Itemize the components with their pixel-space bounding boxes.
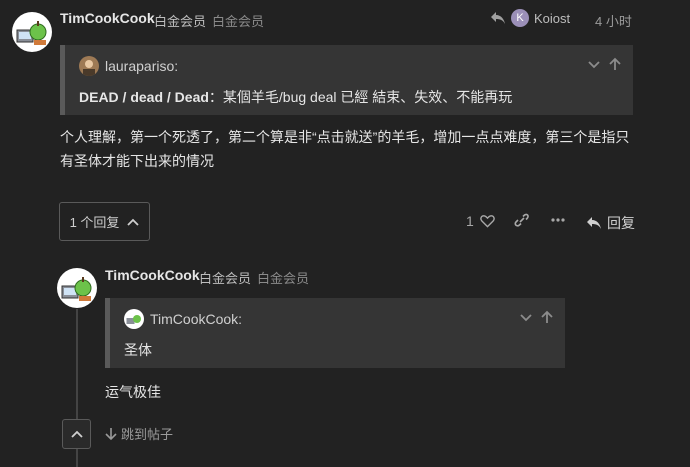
arrow-down-icon [105,427,117,440]
reply-arrow-icon [587,217,601,229]
reply-button[interactable]: 回复 [586,213,635,233]
quote-author[interactable]: TimCookCook: [150,311,242,327]
jump-to-post-label: 跳到帖子 [121,427,174,442]
reply-user-flair-secondary: 白金会员 [257,271,310,286]
quote-text-rest: ：某個羊毛/bug deal 已經 結束、失效、不能再玩 [208,89,513,105]
replies-count-label: 1 个回复 [69,215,120,230]
reply-body: 运气极佳 [105,384,161,400]
reply-to-name: Koiost [534,10,571,26]
link-icon [514,213,529,227]
heart-icon [479,215,495,228]
user-avatar[interactable] [12,12,52,52]
apple-computer-avatar-icon [61,277,92,301]
apple-computer-avatar-icon [126,315,141,324]
like-button[interactable]: 1 [466,213,495,229]
ellipsis-icon [551,218,565,222]
reply-username[interactable]: TimCookCook [105,267,200,283]
quote-text: 圣体 [124,342,152,358]
replies-toggle-button[interactable]: 1 个回复 [59,202,150,241]
user-flair-primary: 白金会员 [154,14,207,29]
reply-user-avatar[interactable] [57,268,97,308]
person-avatar-icon [83,60,95,76]
post-body: 个人理解，第一个死透了，第二个算是非“点击就送”的羊毛，增加一点点难度，第三个是… [60,129,630,169]
quote-block: laurapariso: DEAD / dead / Dead：某個羊毛/bug… [60,45,633,115]
arrow-up-icon[interactable] [609,57,621,76]
post-time[interactable]: 4 小时 [595,11,632,30]
reply-to-avatar: K [511,9,529,27]
collapse-replies-button[interactable] [62,419,91,449]
reply-quote-block: TimCookCook: 圣体 [105,298,565,368]
share-link-button[interactable] [514,213,530,227]
arrow-up-icon[interactable] [541,310,553,329]
post-username[interactable]: TimCookCook [60,10,155,26]
reply-user-flair-primary: 白金会员 [199,271,252,286]
quote-author[interactable]: laurapariso: [105,58,178,74]
quote-text-bold: DEAD / dead / Dead [79,89,209,105]
reply-arrow-icon [491,12,505,24]
chevron-up-icon [70,430,83,438]
like-count: 1 [466,213,474,229]
reply-label: 回复 [607,215,635,231]
apple-computer-avatar-icon [16,21,47,45]
quote-author-avatar [124,309,144,329]
user-flair-secondary: 白金会员 [212,14,265,29]
more-options-button[interactable] [550,213,566,227]
chevron-down-icon[interactable] [519,310,533,329]
reply-to-indicator[interactable]: K Koiost [490,9,570,27]
chevron-down-icon[interactable] [587,57,601,76]
quote-text: DEAD / dead / Dead：某個羊毛/bug deal 已經 結束、失… [79,87,512,107]
chevron-up-icon [127,218,140,226]
quote-author-avatar [79,56,99,76]
jump-to-post-link[interactable]: 跳到帖子 [105,424,173,443]
